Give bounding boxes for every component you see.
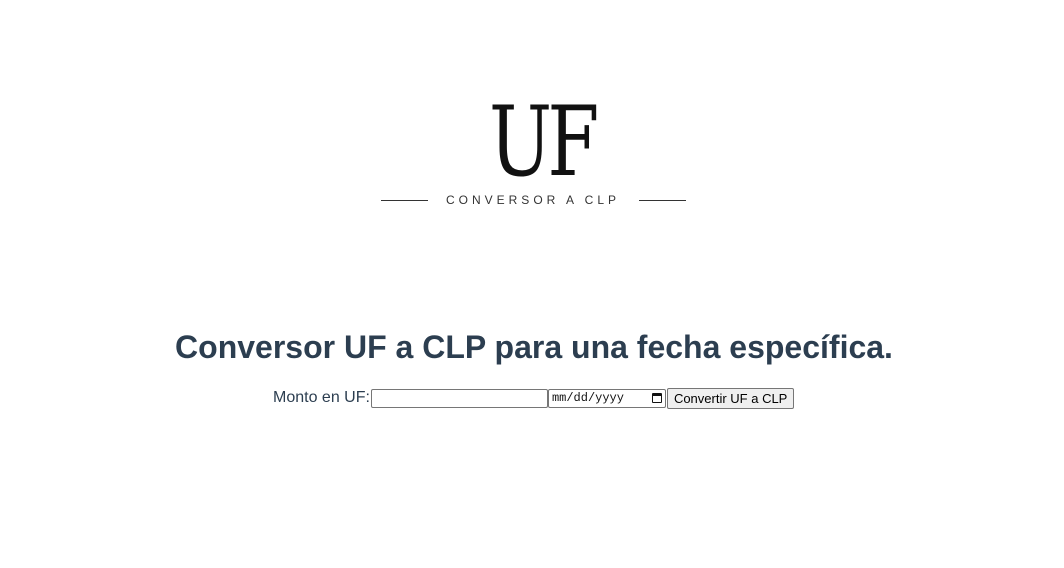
logo-subtitle: CONVERSOR A CLP	[445, 193, 621, 207]
logo: UF CONVERSOR A CLP	[0, 86, 1064, 212]
page-title: Conversor UF a CLP para una fecha especí…	[175, 329, 893, 365]
date-input[interactable]: mm/dd/yyyy	[547, 388, 666, 408]
page: UF CONVERSOR A CLP Conversor UF a CLP pa…	[0, 0, 1064, 568]
amount-input[interactable]	[370, 388, 548, 408]
date-placeholder: mm/dd/yyyy	[551, 391, 624, 405]
logo-divider-right	[639, 200, 686, 201]
logo-divider-left	[381, 200, 428, 201]
convert-button[interactable]: Convertir UF a CLP	[666, 387, 795, 409]
calendar-icon[interactable]	[651, 393, 662, 403]
logo-mark: UF	[488, 86, 599, 198]
amount-label: Monto en UF:	[273, 389, 370, 406]
conversion-form: Monto en UF: mm/dd/yyyy Convertir UF a C…	[273, 387, 795, 409]
